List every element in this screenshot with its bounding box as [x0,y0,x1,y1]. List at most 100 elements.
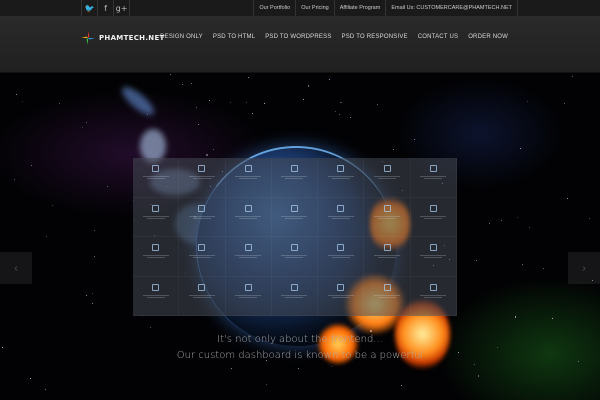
star [496,347,498,349]
placeholder-text-line [192,178,211,179]
star [93,230,95,232]
facebook-icon[interactable]: f [98,0,114,17]
main-nav: DESIGN ONLY PSD TO HTML PSD TO WORDPRESS… [160,34,508,40]
star [526,100,528,102]
twitter-icon[interactable]: 🐦 [81,0,98,17]
star [206,154,208,156]
site-header: PHAMTECH.NET DESIGN ONLY PSD TO HTML PSD… [0,17,600,73]
star [150,327,152,329]
star [566,197,569,200]
tagline-line-1: It's not only about the frontend... [217,334,383,345]
box-icon [198,165,206,172]
box-icon [429,204,437,212]
placeholder-text-line [146,217,165,219]
logo[interactable]: PHAMTECH.NET [81,31,165,45]
placeholder-text-line [235,215,262,217]
star [551,318,553,320]
star [197,123,199,125]
nav-design-only[interactable]: DESIGN ONLY [160,34,203,40]
placeholder-text-line [235,176,262,177]
box-icon [337,283,345,291]
star [302,99,304,101]
star [578,361,580,363]
logo-star-icon [81,31,95,45]
placeholder-text-line [331,217,350,219]
dashboard-preview [133,158,457,316]
star [22,100,24,102]
star [263,102,265,104]
slider-prev-button[interactable]: ‹ [0,252,32,284]
dashboard-tile [133,276,180,316]
dashboard-tile [364,197,411,237]
top-link-pricing[interactable]: Our Pricing [295,0,334,17]
box-icon [383,283,391,291]
star [230,367,232,369]
star [330,365,332,367]
dashboard-tile [318,158,365,198]
star [1,346,3,348]
star [29,378,31,380]
nav-psd-to-wordpress[interactable]: PSD TO WORDPRESS [265,34,331,40]
star [14,178,16,180]
placeholder-text-line [331,296,350,298]
box-icon [152,283,160,291]
dashboard-tile [410,158,457,198]
dashboard-tile [133,197,180,237]
dashboard-tile [133,158,180,198]
placeholder-text-line [374,215,401,217]
placeholder-text-line [374,176,401,177]
star [307,85,310,87]
placeholder-text-line [142,294,169,296]
star [350,116,352,118]
top-link-email[interactable]: Email Us: CUSTOMERCARE@PHAMTECH.NET [385,0,518,17]
dashboard-tile [364,158,411,198]
placeholder-text-line [239,178,258,179]
placeholder-text-line [374,294,401,296]
nav-psd-to-html[interactable]: PSD TO HTML [213,34,255,40]
star [265,383,267,385]
dashboard-tile [318,197,365,237]
box-icon [244,283,252,291]
placeholder-text-line [285,296,304,298]
star [589,218,591,220]
slider-next-button[interactable]: › [568,252,600,284]
star [191,83,193,85]
logo-text: PHAMTECH.NET [99,34,165,42]
star [169,74,171,75]
placeholder-text-line [327,215,354,217]
nav-psd-to-responsive[interactable]: PSD TO RESPONSIVE [342,34,408,40]
top-bar: 🐦 f g+ Our Portfolio Our Pricing Affilia… [0,0,600,17]
star [45,235,47,237]
nav-order-now[interactable]: ORDER NOW [468,34,508,40]
placeholder-text-line [424,217,443,219]
star [229,102,231,104]
placeholder-text-line [146,178,165,179]
placeholder-text-line [146,257,165,258]
placeholder-text-line [420,255,447,256]
box-icon [152,165,160,172]
star [45,389,47,391]
star [92,303,94,305]
box-icon [429,165,437,172]
placeholder-text-line [424,257,443,258]
placeholder-text-line [239,217,258,219]
nav-contact-us[interactable]: CONTACT US [418,34,458,40]
star [85,294,87,296]
box-icon [152,204,160,212]
placeholder-text-line [188,176,215,177]
google-plus-icon[interactable]: g+ [114,0,130,17]
placeholder-text-line [188,255,215,256]
placeholder-text-line [327,255,354,256]
top-link-portfolio[interactable]: Our Portfolio [253,0,295,17]
smoke-swirl [118,82,158,120]
placeholder-text-line [424,296,443,298]
dashboard-tile [133,237,180,277]
star [252,112,254,114]
top-link-affiliate[interactable]: Affiliate Program [333,0,386,17]
star [246,101,248,103]
dashboard-tile [410,237,457,277]
placeholder-text-line [378,217,397,219]
dashboard-tile [225,158,272,198]
placeholder-text-line [420,176,447,177]
social-links: 🐦 f g+ [81,0,130,17]
